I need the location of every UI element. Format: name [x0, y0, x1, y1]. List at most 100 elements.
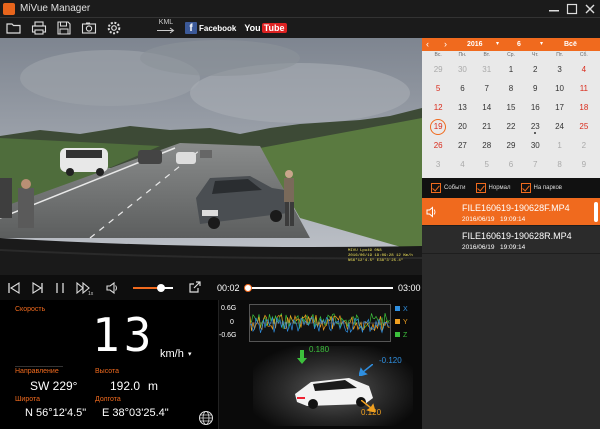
calendar-day[interactable]: 15 — [499, 98, 523, 117]
calendar-day[interactable]: 1 — [499, 60, 523, 79]
calendar-day[interactable]: 19 — [426, 117, 450, 136]
calendar-day[interactable]: 2 — [572, 136, 596, 155]
calendar-day[interactable]: 8 — [499, 79, 523, 98]
calendar-day[interactable]: 4 — [572, 60, 596, 79]
year-dropdown-icon[interactable]: ▾ — [496, 40, 499, 47]
calendar-day[interactable]: 9 — [523, 79, 547, 98]
skip-back-button[interactable] — [5, 279, 23, 297]
filter-events[interactable]: Событи — [431, 183, 466, 193]
kml-export-button[interactable]: KML — [153, 19, 179, 37]
file-list-scrollbar[interactable] — [594, 202, 598, 222]
facebook-label: Facebook — [199, 23, 237, 33]
calendar-day[interactable]: 26 — [426, 136, 450, 155]
altitude-value: 192.0 — [110, 379, 141, 393]
calendar-day[interactable]: 3 — [426, 155, 450, 174]
calendar-day[interactable]: 4 — [450, 155, 474, 174]
calendar-day[interactable]: 18 — [572, 98, 596, 117]
calendar-day[interactable]: 17 — [547, 98, 571, 117]
calendar-weekday: Сб. — [579, 52, 588, 58]
next-month-button[interactable]: › — [444, 39, 447, 49]
seek-handle[interactable] — [244, 284, 253, 292]
volume-handle[interactable] — [157, 284, 165, 292]
calendar-day[interactable]: 30 — [450, 60, 474, 79]
calendar-day[interactable]: 28 — [475, 136, 499, 155]
file-date: 2016/06/19 19:09:14 — [462, 244, 526, 251]
file-row[interactable]: FILE160619-190628F.MP4 2016/06/19 19:09:… — [422, 198, 600, 226]
prev-month-button[interactable]: ‹ — [426, 39, 429, 49]
filter-parking[interactable]: На парков — [520, 183, 562, 193]
calendar-day[interactable]: 14 — [475, 98, 499, 117]
legend-z-swatch — [395, 332, 400, 337]
month-dropdown-icon[interactable]: ▾ — [540, 40, 543, 47]
calendar-day[interactable]: 7 — [475, 79, 499, 98]
calendar-day[interactable]: 23 — [523, 117, 547, 136]
play-button[interactable] — [28, 279, 46, 297]
checkbox-checked[interactable] — [520, 183, 531, 193]
volume-button[interactable] — [103, 279, 121, 297]
minimize-button[interactable] — [546, 1, 562, 17]
close-button[interactable] — [582, 1, 598, 17]
calendar-day[interactable]: 2 — [523, 60, 547, 79]
calendar-day[interactable]: 25 — [572, 117, 596, 136]
calendar-day[interactable]: 6 — [450, 79, 474, 98]
settings-button[interactable] — [103, 19, 125, 37]
checkbox-checked[interactable] — [475, 183, 486, 193]
calendar-day[interactable]: 13 — [450, 98, 474, 117]
speed-unit-dropdown-icon[interactable]: ▾ — [188, 350, 192, 358]
calendar-day[interactable]: 5 — [475, 155, 499, 174]
facebook-button[interactable]: f Facebook — [185, 22, 236, 34]
calendar-day[interactable]: 27 — [450, 136, 474, 155]
globe-icon[interactable] — [198, 410, 214, 426]
calendar-weekday: Пт. — [556, 52, 563, 58]
calendar-day[interactable]: 1 — [547, 136, 571, 155]
pause-button[interactable] — [51, 279, 69, 297]
calendar-day[interactable]: 9 — [572, 155, 596, 174]
trip-info-panel: Скорость 13 km/h ▾ Направление Высота SW… — [0, 300, 218, 429]
app-logo-icon — [3, 2, 15, 15]
calendar-day[interactable]: 5 — [426, 79, 450, 98]
g-sensor-waveform — [249, 312, 390, 334]
calendar-day[interactable]: 6 — [499, 155, 523, 174]
calendar-day[interactable]: 10 — [547, 79, 571, 98]
calendar-day[interactable]: 24 — [547, 117, 571, 136]
calendar-day[interactable]: 30 — [523, 136, 547, 155]
calendar-day[interactable]: 29 — [426, 60, 450, 79]
save-button[interactable] — [53, 19, 75, 37]
window-controls — [546, 1, 598, 17]
calendar-month[interactable]: 6 — [517, 41, 521, 48]
calendar-day[interactable]: 7 — [523, 155, 547, 174]
video-player[interactable]: MIVU Lpu49 0N8 2016/06/19 19:09:28 12 Km… — [0, 38, 422, 275]
youtube-button[interactable]: You Tube — [244, 23, 287, 33]
calendar-day[interactable]: 31 — [475, 60, 499, 79]
filter-normal[interactable]: Нормал — [475, 183, 511, 193]
popout-button[interactable] — [186, 278, 204, 296]
title-bar: MiVue Manager — [0, 0, 600, 18]
checkbox-checked[interactable] — [431, 183, 441, 193]
calendar-day[interactable]: 16 — [523, 98, 547, 117]
heading-label: Направление — [15, 368, 59, 375]
calendar-day[interactable]: 8 — [547, 155, 571, 174]
facebook-icon: f — [185, 22, 197, 34]
calendar-day[interactable]: 3 — [547, 60, 571, 79]
show-all-button[interactable]: Всё — [564, 41, 577, 48]
g-sensor-panel: 0.6G 0 -0.6G X Y Z 0.180 -0.120 0.120 — [218, 300, 422, 429]
youtube-tube-label: Tube — [261, 23, 287, 33]
youtube-you-label: You — [244, 23, 261, 33]
calendar-day[interactable]: 11 — [572, 79, 596, 98]
volume-slider[interactable] — [133, 284, 173, 292]
calendar-day[interactable]: 29 — [499, 136, 523, 155]
seek-bar[interactable] — [244, 284, 393, 292]
calendar-year[interactable]: 2016 — [467, 41, 483, 48]
speaker-icon — [106, 281, 117, 294]
total-time: 03:00 — [398, 283, 421, 293]
print-button[interactable] — [28, 19, 50, 37]
calendar-day[interactable]: 22 — [499, 117, 523, 136]
calendar-day[interactable]: 21 — [475, 117, 499, 136]
calendar-day[interactable]: 20 — [450, 117, 474, 136]
calendar-day[interactable]: 12 — [426, 98, 450, 117]
close-icon — [585, 4, 595, 14]
maximize-button[interactable] — [564, 1, 580, 17]
open-folder-button[interactable] — [3, 19, 25, 37]
snapshot-button[interactable] — [78, 19, 100, 37]
file-row[interactable]: FILE160619-190628R.MP4 2016/06/19 19:09:… — [422, 226, 600, 254]
